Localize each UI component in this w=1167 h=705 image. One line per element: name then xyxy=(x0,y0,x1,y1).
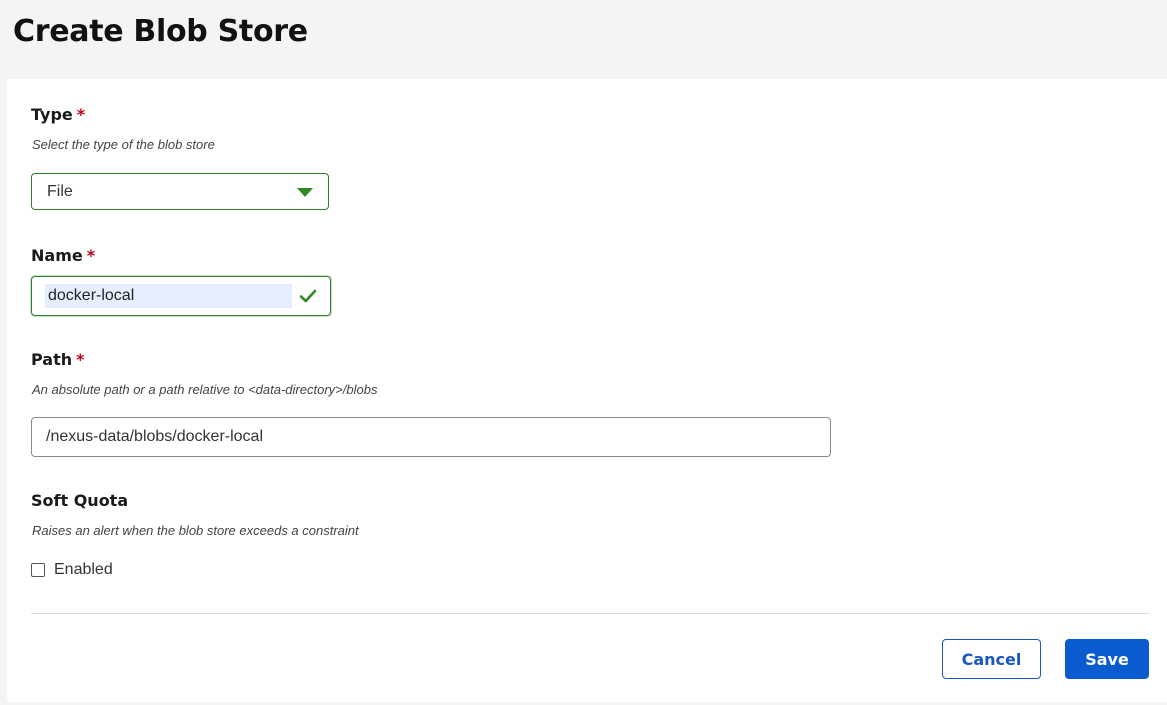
required-mark: * xyxy=(76,105,86,124)
soft-quota-label: Soft Quota xyxy=(31,491,129,510)
page-title: Create Blob Store xyxy=(13,14,308,49)
soft-quota-checkbox[interactable] xyxy=(31,563,45,577)
type-description: Select the type of the blob store xyxy=(32,137,215,152)
name-label: Name * xyxy=(31,246,95,266)
checkmark-icon xyxy=(299,289,317,303)
type-label: Type * xyxy=(31,105,85,125)
name-label-text: Name xyxy=(31,246,83,265)
required-mark: * xyxy=(86,246,96,265)
path-field-wrapper xyxy=(31,417,831,457)
path-label-text: Path xyxy=(31,350,73,369)
type-label-text: Type xyxy=(31,105,73,124)
create-blob-store-form: Type * Select the type of the blob store … xyxy=(7,79,1167,702)
name-field-wrapper xyxy=(31,276,331,316)
type-select-value: File xyxy=(47,183,73,200)
save-button[interactable]: Save xyxy=(1065,639,1149,679)
path-description: An absolute path or a path relative to <… xyxy=(32,382,378,397)
required-mark: * xyxy=(76,350,85,369)
soft-quota-description: Raises an alert when the blob store exce… xyxy=(32,523,359,538)
name-input[interactable] xyxy=(45,284,292,308)
cancel-button[interactable]: Cancel xyxy=(942,639,1041,679)
path-input[interactable] xyxy=(46,426,806,448)
soft-quota-enabled-toggle[interactable]: Enabled xyxy=(31,560,113,580)
type-select[interactable]: File xyxy=(31,173,329,210)
caret-down-icon xyxy=(297,188,313,197)
path-label: Path * xyxy=(31,350,85,370)
form-divider xyxy=(31,613,1149,614)
soft-quota-checkbox-label: Enabled xyxy=(54,561,113,578)
